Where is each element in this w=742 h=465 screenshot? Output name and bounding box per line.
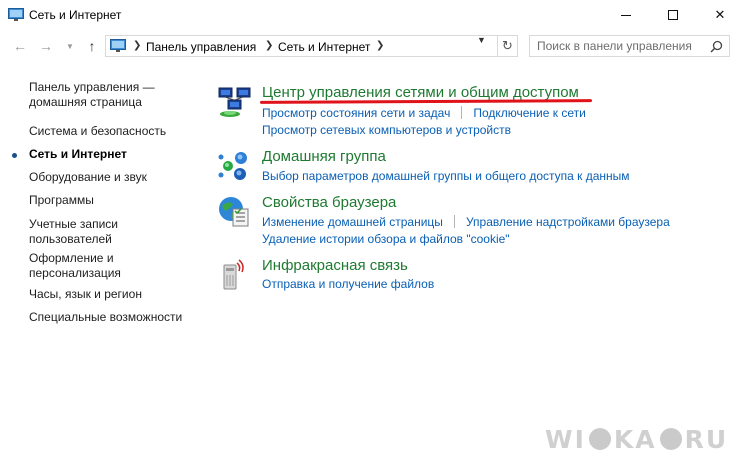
link-delete-history[interactable]: Удаление истории обзора и файлов "cookie… <box>262 232 510 246</box>
sidebar-item-appearance[interactable]: Оформление и персонализация <box>29 251 121 281</box>
maximize-button[interactable] <box>650 0 696 30</box>
title-bar: Сеть и Интернет ✕ <box>0 0 742 30</box>
chevron-right-icon[interactable]: ❯ <box>133 40 141 51</box>
forward-button[interactable]: → <box>36 36 56 56</box>
link-row: Удаление истории обзора и файлов "cookie… <box>262 232 510 246</box>
sidebar-item-label: Учетные записи <box>29 217 118 231</box>
internet-options-icon <box>219 197 249 227</box>
arrow-up-icon: ↑ <box>88 38 96 54</box>
network-center-icon <box>218 87 251 117</box>
infrared-icon <box>223 259 244 290</box>
sidebar-item-security[interactable]: Система и безопасность <box>29 124 166 139</box>
refresh-icon: ↻ <box>502 38 513 53</box>
address-dropdown-icon[interactable]: ▼ <box>477 35 486 45</box>
search-box[interactable] <box>529 35 730 57</box>
homegroup-title[interactable]: Домашняя группа <box>262 148 386 165</box>
breadcrumb-network[interactable]: Сеть и Интернет <box>278 40 370 54</box>
current-page-bullet <box>12 153 17 158</box>
sidebar-item-label: Панель управления — <box>29 80 155 94</box>
breadcrumb-control-panel[interactable]: Панель управления <box>146 40 256 54</box>
link-network-computers[interactable]: Просмотр сетевых компьютеров и устройств <box>262 123 511 137</box>
sidebar-item-accounts[interactable]: Учетные записи пользователей <box>29 217 118 247</box>
sidebar-item-network: Сеть и Интернет <box>29 147 127 161</box>
address-bar[interactable]: ❯ Панель управления ❯ Сеть и Интернет ❯ <box>105 35 498 57</box>
window-title: Сеть и Интернет <box>29 8 122 22</box>
minimize-button[interactable] <box>603 0 649 30</box>
watermark-text: WI <box>545 424 586 454</box>
browser-properties-title[interactable]: Свойства браузера <box>262 194 396 211</box>
link-row: Изменение домашней страницы Управление на… <box>262 215 670 229</box>
sidebar-item-accessibility[interactable]: Специальные возможности <box>29 310 182 325</box>
minimize-icon <box>621 14 631 16</box>
watermark-dot <box>588 428 611 450</box>
link-row: Отправка и получение файлов <box>262 277 434 291</box>
recent-locations-button[interactable]: ▼ <box>60 36 80 56</box>
homegroup-icon <box>218 152 247 180</box>
watermark-text: RU <box>684 424 729 454</box>
search-input[interactable] <box>530 36 708 56</box>
watermark-dot <box>659 428 682 450</box>
maximize-icon <box>668 10 678 20</box>
watermark-logo: WI KA RU <box>545 424 728 454</box>
sidebar-item-home[interactable]: Панель управления — домашняя страница <box>29 80 155 110</box>
sidebar-item-label: персонализация <box>29 266 121 280</box>
back-button[interactable]: ← <box>10 36 30 56</box>
sidebar-item-label: домашняя страница <box>29 95 142 109</box>
search-icon[interactable] <box>710 40 723 53</box>
arrow-right-icon: → <box>39 38 53 54</box>
navigation-bar: ← → ▼ ↑ ❯ Панель управления ❯ Сеть и Инт… <box>0 32 742 60</box>
watermark-text: KA <box>613 424 657 454</box>
link-network-status[interactable]: Просмотр состояния сети и задач <box>262 106 450 120</box>
infrared-title[interactable]: Инфракрасная связь <box>262 257 408 274</box>
control-panel-icon <box>110 39 126 52</box>
arrow-left-icon: ← <box>13 38 27 54</box>
link-change-homepage[interactable]: Изменение домашней страницы <box>262 215 443 229</box>
sidebar-item-programs[interactable]: Программы <box>29 193 94 208</box>
separator <box>461 106 463 119</box>
sidebar-item-label: Оформление и <box>29 251 114 265</box>
chevron-down-icon: ▼ <box>66 41 74 51</box>
up-button[interactable]: ↑ <box>82 36 102 56</box>
close-icon: ✕ <box>714 7 726 22</box>
link-row: Выбор параметров домашней группы и общег… <box>262 169 630 183</box>
sidebar-item-hardware[interactable]: Оборудование и звук <box>29 170 147 185</box>
sidebar-item-label: пользователей <box>29 232 112 246</box>
link-row: Просмотр состояния сети и задач Подключен… <box>262 106 586 120</box>
chevron-right-icon[interactable]: ❯ <box>376 40 384 51</box>
network-app-icon <box>8 8 24 21</box>
link-connect-network[interactable]: Подключение к сети <box>473 106 585 120</box>
chevron-right-icon[interactable]: ❯ <box>265 40 273 51</box>
link-manage-addons[interactable]: Управление надстройками браузера <box>466 215 670 229</box>
refresh-button[interactable]: ↻ <box>498 35 518 57</box>
red-highlight-underline <box>259 99 593 104</box>
link-row: Просмотр сетевых компьютеров и устройств <box>262 123 511 137</box>
network-center-title[interactable]: Центр управления сетями и общим доступом <box>262 84 579 101</box>
link-homegroup-settings[interactable]: Выбор параметров домашней группы и общег… <box>262 169 630 183</box>
link-send-receive-files[interactable]: Отправка и получение файлов <box>262 277 434 291</box>
separator <box>453 215 455 228</box>
sidebar-item-clock-region[interactable]: Часы, язык и регион <box>29 287 142 302</box>
close-button[interactable]: ✕ <box>697 0 742 30</box>
